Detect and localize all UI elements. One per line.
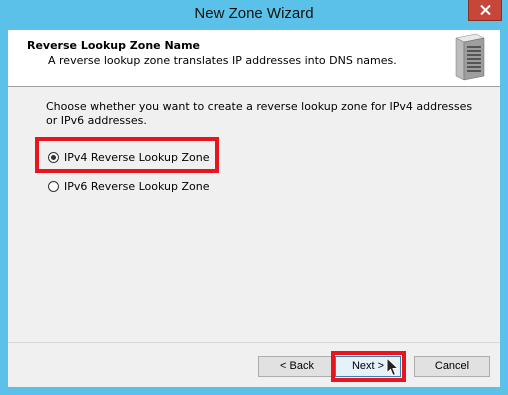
highlight-ipv4 xyxy=(35,137,219,173)
ipv6-radio-button[interactable] xyxy=(48,180,59,192)
ipv6-radio-option[interactable]: IPv6 Reverse Lookup Zone xyxy=(48,178,209,194)
page-subtitle: A reverse lookup zone translates IP addr… xyxy=(48,54,397,67)
server-icon xyxy=(455,33,485,81)
cursor-icon xyxy=(386,357,399,377)
title-bar: New Zone Wizard xyxy=(0,0,508,30)
window-title: New Zone Wizard xyxy=(194,5,314,22)
close-button[interactable] xyxy=(468,0,502,21)
wizard-header: Reverse Lookup Zone Name A reverse looku… xyxy=(8,30,500,87)
footer-divider xyxy=(8,342,500,343)
close-icon xyxy=(480,5,491,15)
instruction-text: Choose whether you want to create a reve… xyxy=(46,100,473,127)
page-title: Reverse Lookup Zone Name xyxy=(27,39,201,52)
wizard-client-area: Reverse Lookup Zone Name A reverse looku… xyxy=(8,30,500,387)
ipv6-radio-label: IPv6 Reverse Lookup Zone xyxy=(64,179,210,193)
back-button[interactable]: < Back xyxy=(258,356,336,377)
cancel-button[interactable]: Cancel xyxy=(414,356,490,377)
